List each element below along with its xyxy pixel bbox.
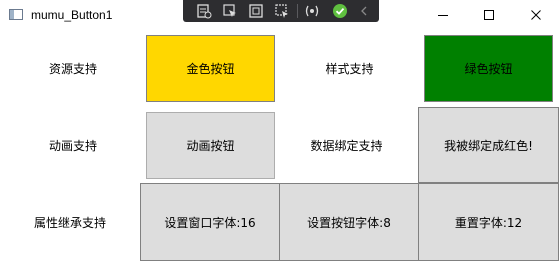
select-element-icon[interactable]	[221, 2, 239, 20]
bound-red-button[interactable]: 我被绑定成红色!	[418, 107, 559, 183]
property-inheritance-label: 属性继承支持	[33, 215, 106, 230]
runtime-tools-toolbar	[183, 0, 379, 22]
maximize-icon	[484, 10, 494, 20]
title-bar: mumu_Button1	[0, 0, 559, 30]
set-window-font-button[interactable]: 设置窗口字体:16	[140, 183, 280, 261]
live-visual-tree-icon[interactable]	[195, 2, 213, 20]
window-title: mumu_Button1	[31, 8, 113, 22]
close-icon	[530, 10, 541, 20]
minimize-icon	[438, 15, 448, 16]
green-button[interactable]: 绿色按钮	[424, 35, 553, 102]
collapse-icon[interactable]	[355, 2, 373, 20]
track-focus-icon[interactable]	[273, 2, 291, 20]
data-binding-support-label: 数据绑定支持	[310, 138, 383, 153]
app-window-icon	[9, 9, 23, 20]
display-layout-adorners-icon[interactable]	[247, 2, 265, 20]
maximize-button[interactable]	[466, 0, 512, 30]
close-button[interactable]	[512, 0, 559, 30]
style-support-label: 样式支持	[325, 62, 374, 76]
binding-failures-icon[interactable]	[303, 2, 321, 20]
animation-support-label: 动画支持	[48, 139, 97, 153]
minimize-button[interactable]	[420, 0, 466, 30]
hot-reload-ok-icon[interactable]	[331, 2, 349, 20]
gold-button[interactable]: 金色按钮	[146, 35, 275, 102]
resource-support-label: 资源支持	[48, 62, 97, 76]
animation-button[interactable]: 动画按钮	[146, 112, 275, 179]
set-button-font-button[interactable]: 设置按钮字体:8	[279, 183, 419, 261]
reset-font-button[interactable]: 重置字体:12	[418, 183, 559, 261]
